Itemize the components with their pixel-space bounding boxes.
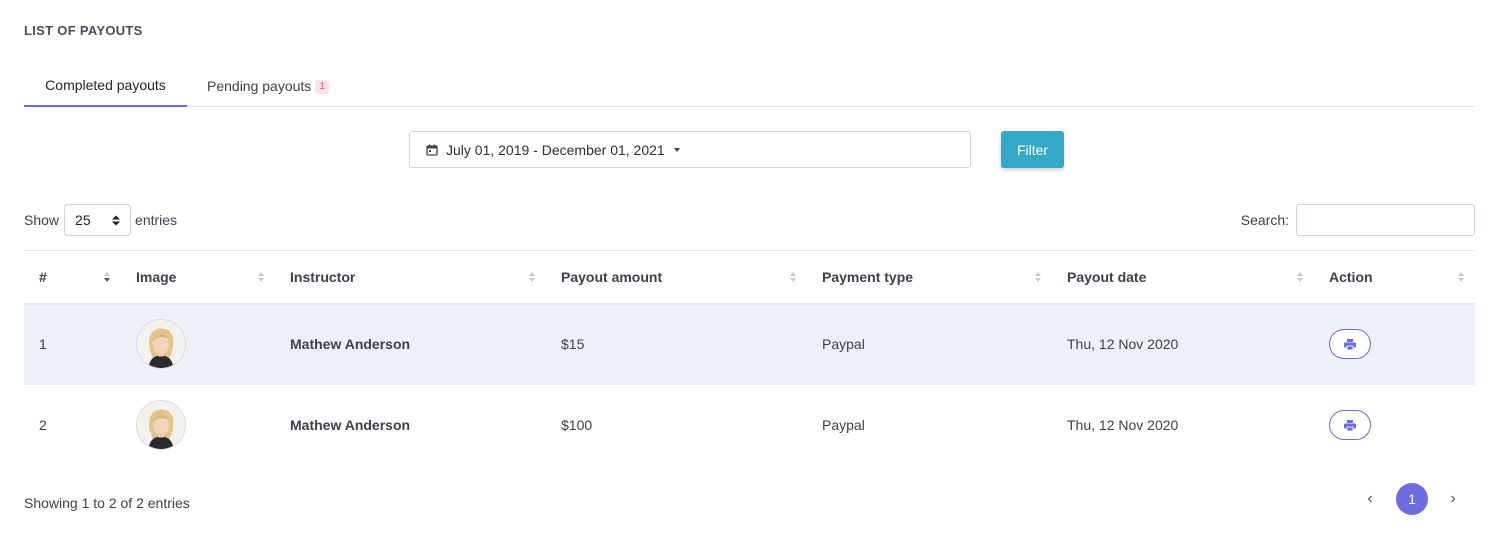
entries-label: entries [135, 212, 178, 228]
caret-down-icon [673, 148, 680, 152]
calendar-icon [426, 144, 438, 156]
print-icon [1344, 338, 1356, 350]
sort-icon [1297, 271, 1304, 283]
column-header-payout-date[interactable]: Payout date [1052, 251, 1314, 304]
search-control: Search: [1241, 204, 1475, 236]
instructor-photo [137, 320, 185, 369]
search-label: Search: [1240, 212, 1289, 228]
table-header-row: # Image Instructor Payout amount Payment… [24, 250, 1475, 304]
row-number: 1 [39, 336, 47, 353]
next-page-button[interactable]: › [1443, 490, 1463, 510]
tab-completed-payouts[interactable]: Completed payouts [24, 64, 187, 107]
entries-select-value: 25 [75, 212, 91, 228]
table-row: 2 Mathew Anderson $100 Paypal Thu, 12 No… [24, 385, 1475, 466]
table-row: 1 Mathew Anderson $15 Paypal Thu, 12 Nov… [24, 303, 1475, 385]
payouts-table: # Image Instructor Payout amount Payment… [24, 250, 1475, 466]
table-info: Showing 1 to 2 of 2 entries [24, 495, 190, 511]
date-range-value: July 01, 2019 - December 01, 2021 [446, 141, 665, 158]
column-header-number[interactable]: # [24, 251, 121, 304]
avatar [136, 400, 186, 451]
payout-amount: $15 [561, 336, 585, 353]
sort-icon [1458, 271, 1465, 283]
sort-icon [790, 271, 797, 283]
payout-date: Thu, 12 Nov 2020 [1067, 336, 1179, 353]
payout-date: Thu, 12 Nov 2020 [1067, 417, 1179, 434]
instructor-photo [137, 401, 185, 450]
page-title: LIST OF PAYOUTS [24, 23, 143, 38]
tab-pending-payouts[interactable]: Pending payouts 1 [207, 64, 329, 107]
sort-desc-icon [104, 271, 111, 283]
instructor-name: Mathew Anderson [290, 336, 411, 353]
print-icon [1344, 419, 1356, 431]
entries-select[interactable]: 25 [64, 204, 132, 236]
row-number: 2 [39, 417, 47, 434]
payment-type: Paypal [822, 336, 865, 353]
column-header-action[interactable]: Action [1314, 251, 1475, 304]
filter-button[interactable]: Filter [1001, 131, 1064, 168]
page-1-button[interactable]: 1 [1396, 483, 1428, 515]
payment-type: Paypal [822, 417, 865, 434]
search-input[interactable] [1296, 204, 1475, 236]
sort-icon [1035, 271, 1042, 283]
date-range-picker[interactable]: July 01, 2019 - December 01, 2021 [409, 131, 971, 168]
show-label: Show [24, 212, 60, 228]
entries-length-control: Show 25 entries [24, 204, 177, 236]
sort-arrows-icon [112, 215, 121, 225]
column-header-instructor[interactable]: Instructor [275, 251, 546, 304]
column-header-image[interactable]: Image [121, 251, 275, 304]
previous-page-button[interactable]: ‹ [1360, 490, 1380, 510]
pending-count-badge: 1 [315, 79, 329, 94]
column-header-payment-type[interactable]: Payment type [807, 251, 1052, 304]
sort-icon [258, 271, 265, 283]
column-header-payout-amount[interactable]: Payout amount [546, 251, 807, 304]
print-invoice-button[interactable] [1329, 329, 1371, 360]
print-invoice-button[interactable] [1329, 410, 1371, 441]
avatar [136, 319, 186, 370]
instructor-name: Mathew Anderson [290, 417, 411, 434]
tab-label: Completed payouts [45, 76, 166, 93]
payout-amount: $100 [561, 417, 593, 434]
tab-label: Pending payouts [207, 77, 312, 94]
pagination: ‹ 1 › [1360, 482, 1470, 518]
payout-tabs: Completed payouts Pending payouts 1 [24, 64, 1475, 107]
sort-icon [529, 271, 536, 283]
